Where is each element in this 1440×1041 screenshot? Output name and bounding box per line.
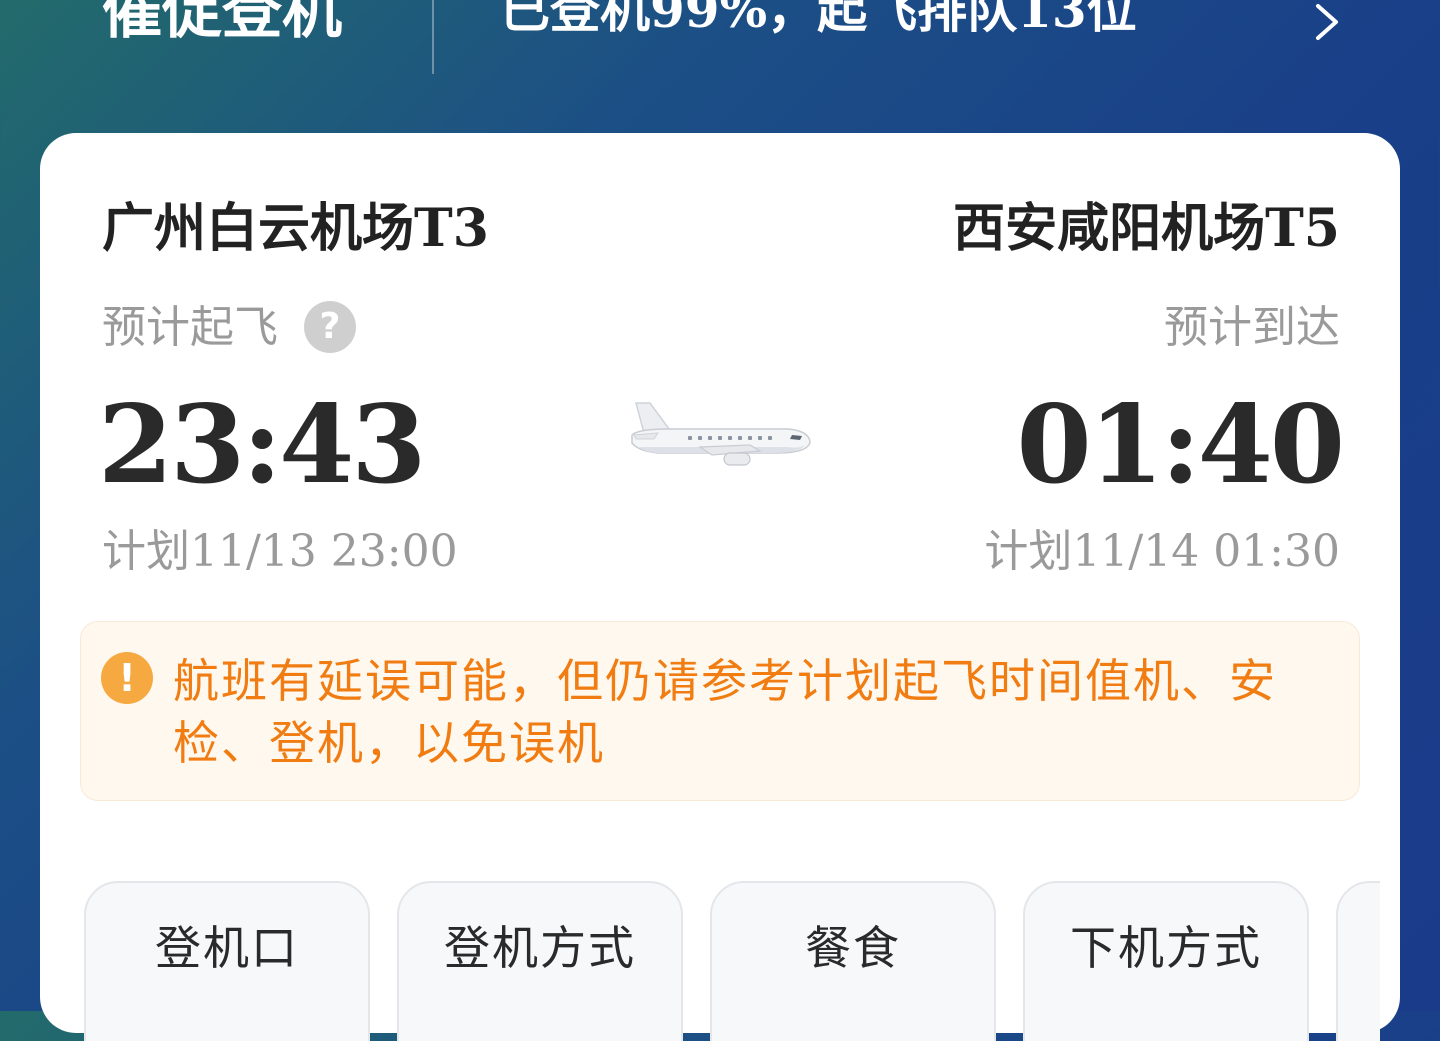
tab-deplaning-method[interactable]: 下机方式 [1023,881,1309,1041]
departure-label: 预计起飞 [102,302,278,353]
banner-title: 催促登机 [102,0,342,47]
boarding-status: 已登机99%，起飞排队13位 [500,0,1137,39]
departure-time: 23:43 [98,382,426,508]
arrival-time: 01:40 [1016,382,1345,508]
exclamation-circle-icon: ! [101,652,153,704]
tab-label: 登机方式 [444,921,636,975]
delay-notice-text: 航班有延误可能，但仍请参考计划起飞时间值机、安检、登机，以免误机 [173,654,1277,770]
tab-more[interactable] [1336,881,1380,1041]
tab-label [1338,883,1380,919]
airplane-icon [631,402,811,466]
departure-airport: 广州白云机场T3 [102,198,489,259]
tab-label: 餐食 [805,921,901,975]
info-tabs: 登机口 登机方式 餐食 下机方式 [84,881,1380,1041]
flight-card: 广州白云机场T3 西安咸阳机场T5 预计起飞 ? 预计到达 23:43 01:4… [40,133,1400,1041]
departure-planned-time: 计划11/13 23:00 [102,526,458,577]
question-circle-icon[interactable]: ? [304,301,356,353]
tab-label: 登机口 [155,921,299,975]
tab-label: 下机方式 [1070,921,1262,975]
boarding-banner[interactable]: 催促登机 已登机99%，起飞排队13位 [0,0,1440,120]
arrival-label: 预计到达 [1164,302,1340,353]
banner-divider [432,0,434,74]
tab-boarding-method[interactable]: 登机方式 [397,881,683,1041]
chevron-right-icon[interactable] [1308,2,1344,42]
arrival-airport: 西安咸阳机场T5 [953,198,1340,259]
delay-notice: ! 航班有延误可能，但仍请参考计划起飞时间值机、安检、登机，以免误机 [80,621,1360,801]
arrival-planned-time: 计划11/14 01:30 [984,526,1340,577]
tab-meal[interactable]: 餐食 [710,881,996,1041]
tab-gate[interactable]: 登机口 [84,881,370,1041]
